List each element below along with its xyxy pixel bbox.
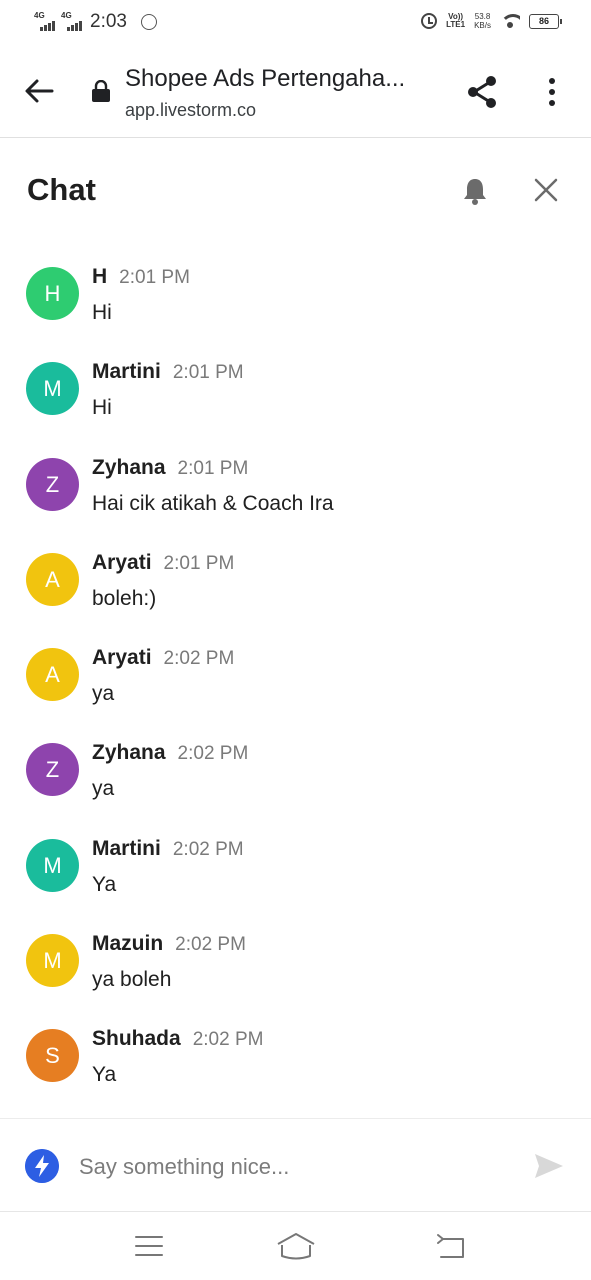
battery-level: 86 <box>538 15 549 26</box>
message-author: Martini 2:02 PM <box>92 837 244 861</box>
message-time: 2:02 PM <box>175 934 246 956</box>
battery-icon: 86 <box>529 13 562 29</box>
message-time: 2:01 PM <box>177 457 249 479</box>
avatar: H <box>26 267 79 320</box>
author-name: Martini <box>92 360 161 384</box>
author-name: Mazuin <box>92 932 164 956</box>
message-composer <box>0 1118 591 1212</box>
avatar: M <box>26 838 79 892</box>
close-icon[interactable] <box>533 177 559 203</box>
avatar: Z <box>26 743 79 797</box>
chat-message: M Martini 2:01 PM Hi <box>0 345 591 440</box>
page-url[interactable]: app.livestorm.co <box>125 100 256 121</box>
alarm-icon <box>421 13 438 29</box>
message-author: Aryati 2:02 PM <box>92 646 234 670</box>
message-text: Ya <box>92 1063 117 1087</box>
speed-value: 53.8 <box>474 12 491 21</box>
bell-icon[interactable] <box>461 176 489 206</box>
author-name: Martini <box>92 836 161 860</box>
chat-message: Z Zyhana 2:02 PM ya <box>0 726 591 821</box>
message-text: Ya <box>92 872 117 896</box>
send-icon[interactable] <box>533 1150 565 1182</box>
chat-message: M Martini 2:02 PM Ya <box>0 822 591 917</box>
message-time: 2:01 PM <box>172 362 244 384</box>
menu-icon[interactable] <box>134 1234 164 1258</box>
author-name: H <box>92 265 108 288</box>
avatar: Z <box>26 457 79 511</box>
avatar: A <box>26 648 79 702</box>
avatar: M <box>26 362 79 416</box>
message-text: Hai cik atikah & Coach Ira <box>92 491 334 515</box>
chat-message: H H 2:01 PM Hi <box>0 250 591 345</box>
wifi-icon <box>500 14 520 28</box>
page-title[interactable]: Shopee Ads Pertengaha... <box>125 65 425 93</box>
message-author: Aryati 2:01 PM <box>92 551 234 575</box>
back-icon[interactable] <box>435 1233 467 1261</box>
volte-label: LTE1 <box>446 20 466 29</box>
chat-message: M Mazuin 2:02 PM ya boleh <box>0 917 591 1012</box>
message-text: Hi <box>92 301 112 324</box>
message-author: Shuhada 2:02 PM <box>92 1027 263 1051</box>
message-author: Zyhana 2:01 PM <box>92 456 248 480</box>
author-name: Shuhada <box>92 1027 181 1051</box>
message-time: 2:02 PM <box>192 1029 264 1051</box>
message-author: Zyhana 2:02 PM <box>92 741 248 765</box>
signal-label: 4G <box>61 11 72 20</box>
chat-message: A Aryati 2:02 PM ya <box>0 631 591 726</box>
signal-icon: 4G <box>34 11 55 31</box>
message-text: ya boleh <box>92 968 172 992</box>
whatsapp-icon <box>140 14 157 30</box>
author-name: Aryati <box>92 646 152 670</box>
author-name: Zyhana <box>92 455 166 479</box>
speed-unit: KB/s <box>474 21 491 30</box>
home-icon[interactable] <box>276 1231 316 1261</box>
share-icon[interactable] <box>464 74 500 110</box>
back-arrow-icon[interactable] <box>22 74 56 108</box>
message-time: 2:01 PM <box>119 267 190 288</box>
chat-message: S Shuhada 2:02 PM Ya <box>0 1012 591 1107</box>
chat-title: Chat <box>27 172 96 207</box>
message-author: Martini 2:01 PM <box>92 360 244 384</box>
message-text: Hi <box>92 396 112 420</box>
status-bar: 4G 4G 2:03 Vo)) LTE1 53.8 KB/s 86 <box>0 0 591 46</box>
avatar: S <box>26 1029 79 1083</box>
message-time: 2:02 PM <box>177 743 249 765</box>
message-time: 2:02 PM <box>172 838 244 860</box>
message-author: H 2:01 PM <box>92 265 190 289</box>
lock-icon <box>92 80 110 102</box>
volte-icon: Vo)) LTE1 <box>446 13 465 29</box>
message-text: ya <box>92 777 115 801</box>
message-time: 2:02 PM <box>163 648 235 670</box>
lightning-icon[interactable] <box>25 1149 59 1183</box>
message-time: 2:01 PM <box>163 552 235 574</box>
signal-label: 4G <box>34 11 45 20</box>
more-options-icon[interactable] <box>540 74 564 110</box>
message-list: H H 2:01 PM Hi M Martini 2:01 PM Hi Z Zyha… <box>0 250 591 1108</box>
network-speed: 53.8 KB/s <box>474 12 491 30</box>
system-navigation-bar <box>0 1213 591 1280</box>
message-text: boleh:) <box>92 586 157 610</box>
author-name: Aryati <box>92 550 152 574</box>
browser-toolbar: Shopee Ads Pertengaha... app.livestorm.c… <box>0 46 591 138</box>
avatar: M <box>26 934 79 988</box>
message-text: ya <box>92 682 115 706</box>
chat-message: Z Zyhana 2:01 PM Hai cik atikah & Coach I… <box>0 441 591 536</box>
chat-message: A Aryati 2:01 PM boleh:) <box>0 536 591 631</box>
author-name: Zyhana <box>92 741 166 765</box>
chat-message-input[interactable] <box>79 1151 509 1183</box>
message-author: Mazuin 2:02 PM <box>92 932 246 956</box>
clock: 2:03 <box>90 11 127 32</box>
avatar: A <box>26 552 79 606</box>
signal-icon: 4G <box>61 11 82 31</box>
